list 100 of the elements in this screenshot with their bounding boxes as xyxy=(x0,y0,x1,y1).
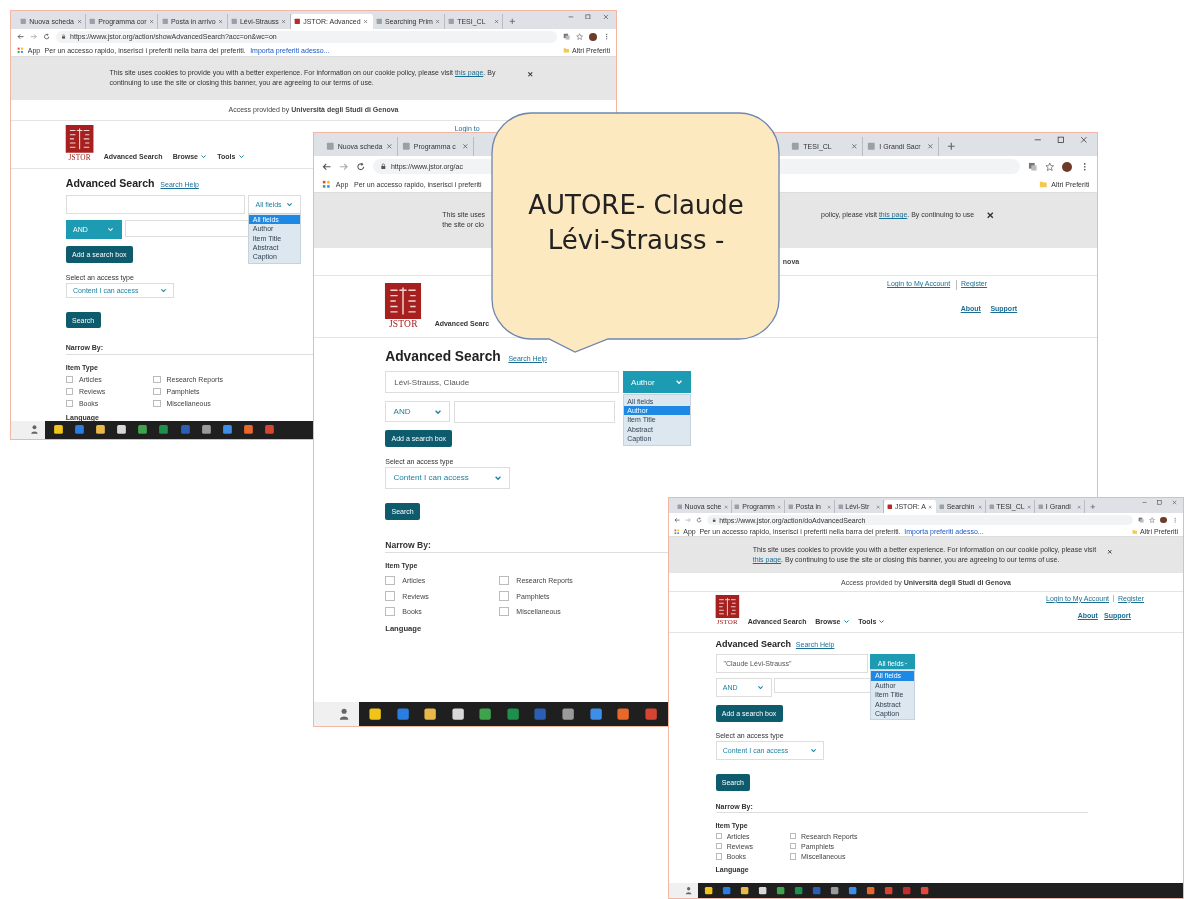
page-icon xyxy=(676,503,683,510)
page-heading: Advanced Search xyxy=(65,177,155,190)
star-icon[interactable] xyxy=(575,33,584,41)
section-heading: Narrow By: xyxy=(385,539,431,550)
reload-icon[interactable] xyxy=(696,516,703,524)
access-type-select[interactable]: Content I can access xyxy=(385,466,511,489)
forward-arrow-icon[interactable] xyxy=(338,161,349,172)
logo-mark-icon[interactable] xyxy=(714,594,740,619)
checkbox[interactable] xyxy=(153,399,161,408)
logo-text[interactable]: JSTOR xyxy=(388,318,418,329)
taskbar-app-icon[interactable] xyxy=(368,707,383,722)
caret-icon xyxy=(237,153,245,161)
profile-avatar[interactable] xyxy=(1160,516,1167,524)
caret-icon xyxy=(159,286,167,294)
close-icon[interactable] xyxy=(1107,549,1113,555)
taskbar-app-icon[interactable] xyxy=(243,424,254,436)
checkbox[interactable] xyxy=(715,843,722,850)
taskbar-app-icon[interactable] xyxy=(450,707,466,722)
page-icon xyxy=(791,142,800,151)
maximize-icon[interactable] xyxy=(1157,500,1162,506)
apps-grid-icon[interactable] xyxy=(321,180,331,190)
checkbox[interactable] xyxy=(385,606,395,617)
caret-icon xyxy=(286,200,294,208)
apps-grid-icon[interactable] xyxy=(673,529,680,535)
profile-avatar[interactable] xyxy=(589,32,598,41)
logo-mark-icon[interactable] xyxy=(384,282,423,319)
taskbar-app-icon[interactable] xyxy=(52,424,64,436)
lock-icon xyxy=(61,34,67,40)
caret-icon xyxy=(200,153,208,161)
forward-arrow-icon[interactable] xyxy=(29,33,38,41)
taskbar-app-icon[interactable] xyxy=(423,707,438,722)
taskbar-app-icon[interactable] xyxy=(200,424,212,436)
checkbox[interactable] xyxy=(715,833,722,840)
checkbox[interactable] xyxy=(153,387,161,396)
close-icon[interactable] xyxy=(1079,136,1088,144)
taskbar-app-icon[interactable] xyxy=(137,424,149,436)
caret-icon xyxy=(809,747,817,755)
checkbox[interactable] xyxy=(499,591,509,601)
caret-icon xyxy=(757,684,765,692)
page-icon xyxy=(375,17,383,25)
checkbox[interactable] xyxy=(385,591,395,601)
taskbar-app-icon[interactable] xyxy=(560,707,576,722)
page-icon xyxy=(230,17,238,25)
new-tab-icon[interactable] xyxy=(1089,503,1096,510)
page-heading: Advanced Search xyxy=(385,348,501,364)
new-tab-icon[interactable] xyxy=(946,142,956,151)
page-icon xyxy=(887,503,893,510)
reload-icon[interactable] xyxy=(355,161,366,172)
taskbar-app-icon[interactable] xyxy=(94,424,106,436)
checkbox[interactable] xyxy=(65,375,74,384)
search-field[interactable] xyxy=(65,195,246,214)
page-icon xyxy=(734,503,741,510)
back-arrow-icon[interactable] xyxy=(673,516,681,524)
translate-icon[interactable] xyxy=(562,33,571,41)
close-icon[interactable] xyxy=(985,210,995,220)
taskbar-app-icon[interactable] xyxy=(588,707,603,722)
new-tab-icon[interactable] xyxy=(509,17,516,25)
star-icon[interactable] xyxy=(1044,161,1055,172)
page-icon xyxy=(161,17,169,25)
back-arrow-icon[interactable] xyxy=(321,161,332,172)
star-icon[interactable] xyxy=(1148,516,1156,524)
apps-grid-icon[interactable] xyxy=(16,47,24,55)
translate-icon[interactable] xyxy=(1027,161,1038,172)
checkbox[interactable] xyxy=(65,387,74,396)
taskbar-person-icon[interactable] xyxy=(28,424,40,436)
checkbox[interactable] xyxy=(385,575,395,586)
page-icon xyxy=(89,17,96,25)
checkbox[interactable] xyxy=(499,575,509,586)
search-field[interactable]: Lévi-Strauss, Claude xyxy=(385,371,619,394)
caret-icon xyxy=(842,617,850,625)
page-icon xyxy=(448,17,455,25)
minimize-icon[interactable] xyxy=(1142,500,1148,506)
checkbox[interactable] xyxy=(789,833,797,840)
checkbox[interactable] xyxy=(65,399,74,408)
taskbar-app-icon[interactable] xyxy=(616,707,631,722)
back-arrow-icon[interactable] xyxy=(16,33,25,41)
operator-select[interactable]: AND xyxy=(385,400,450,423)
taskbar-app-icon[interactable] xyxy=(478,707,493,722)
checkbox[interactable] xyxy=(499,606,509,617)
checkbox[interactable] xyxy=(153,375,161,384)
checkbox[interactable] xyxy=(715,853,722,860)
reload-icon[interactable] xyxy=(43,33,51,41)
translate-icon[interactable] xyxy=(1137,516,1144,524)
checkbox[interactable] xyxy=(789,853,797,860)
checkbox[interactable] xyxy=(789,843,797,850)
taskbar-person-icon[interactable] xyxy=(683,885,694,895)
minimize-icon[interactable] xyxy=(567,13,574,20)
close-icon[interactable] xyxy=(527,71,534,78)
taskbar-app-icon[interactable] xyxy=(221,424,233,436)
caret-icon xyxy=(674,378,683,387)
maximize-icon[interactable] xyxy=(585,13,592,20)
callout-text: AUTORE- Claude Lévi-Strauss - xyxy=(527,189,745,258)
logo-mark-icon[interactable] xyxy=(65,124,95,153)
maximize-icon[interactable] xyxy=(1057,136,1065,144)
taskbar-app-icon[interactable] xyxy=(116,424,127,436)
search-field[interactable] xyxy=(124,219,249,237)
profile-avatar[interactable] xyxy=(1061,161,1073,172)
page-icon xyxy=(787,503,794,510)
search-field[interactable] xyxy=(453,400,616,423)
page-icon xyxy=(938,503,945,510)
